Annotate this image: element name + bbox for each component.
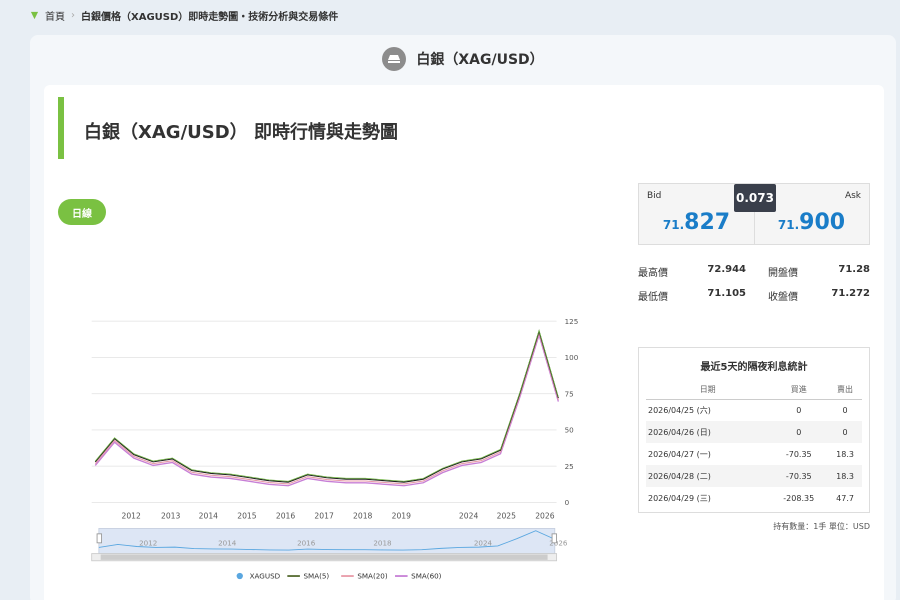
- x-tick-label: 2016: [276, 512, 296, 521]
- table-row: 2026/04/29 (三) -208.35 47.7: [646, 487, 862, 509]
- x-tick-label: 2014: [199, 512, 219, 521]
- title-accent-bar: [58, 97, 64, 159]
- x-tick-label: 2019: [392, 512, 412, 521]
- y-tick-label: 75: [565, 389, 574, 398]
- quote-box: Bid 71.827 Ask 71.900 0.073: [638, 183, 870, 245]
- x-tick-label: 2012: [121, 512, 141, 521]
- instrument-title: 白銀（XAG/USD）: [416, 52, 544, 68]
- y-tick-label: 100: [565, 353, 579, 362]
- home-icon[interactable]: [30, 11, 39, 20]
- swap-title: 最近5天的隔夜利息統計: [700, 362, 808, 373]
- x-tick-label: 2024: [459, 512, 479, 521]
- swap-footnote: 持有數量：1手 單位：USD: [773, 522, 870, 531]
- price-chart[interactable]: 0 25 50 75 100 125 2012 2013 2014 2015 2016 2017 201…: [64, 235, 604, 585]
- close-label: 收盤價: [768, 291, 798, 303]
- breadcrumb-separator: ›: [71, 10, 75, 21]
- sma20-line: [94, 331, 559, 485]
- x-tick-label: 2026: [535, 512, 555, 521]
- price-stats: 最高價 72.944 開盤價 71.28 最低價 71.105 收盤價 71.272: [638, 259, 870, 307]
- legend-label: SMA(5): [303, 572, 329, 581]
- spread-badge: 0.073: [734, 184, 776, 212]
- low-label: 最低價: [638, 291, 668, 303]
- breadcrumb-home[interactable]: 首頁: [45, 8, 65, 23]
- x-tick-label: 2018: [353, 512, 373, 521]
- breadcrumb-current: 白銀價格（XAGUSD）即時走勢圖・技術分析與交易條件: [81, 12, 339, 23]
- swap-date: 2026/04/29 (三): [648, 493, 711, 503]
- swap-buy: -70.35: [769, 465, 829, 487]
- swap-header-sell: 賣出: [828, 381, 862, 400]
- open-value: 71.28: [838, 263, 870, 275]
- navigator-tick-label: 2016: [297, 539, 316, 548]
- navigator-handle-left: [96, 533, 103, 544]
- swap-buy: -208.35: [783, 493, 815, 503]
- swap-date: 2026/04/27 (一): [648, 449, 711, 459]
- navigator-tick-label: 2024: [474, 539, 493, 548]
- swap-sell: 18.3: [836, 449, 854, 459]
- y-tick-label: 50: [565, 426, 575, 435]
- ask-price: 71.900: [754, 210, 869, 235]
- swap-sell: 0: [828, 421, 862, 443]
- y-tick-label: 0: [565, 498, 570, 507]
- legend-label: SMA(60): [411, 572, 442, 581]
- x-tick-label: 2017: [314, 512, 334, 521]
- swap-date: 2026/04/26 (日): [646, 421, 770, 443]
- close-value: 71.272: [831, 287, 870, 299]
- page-title: 白銀（XAG/USD） 即時行情與走勢圖: [84, 122, 398, 143]
- instrument-header: 白銀（XAG/USD）: [30, 35, 896, 83]
- swap-buy: 0: [796, 405, 802, 415]
- table-row: 2026/04/27 (一) -70.35 18.3: [646, 443, 862, 465]
- ask-price-big: 900: [799, 210, 846, 235]
- swap-buy: -70.35: [785, 449, 812, 459]
- main-card: 白銀（XAG/USD） 即時行情與走勢圖 日線 0 25 50 75 100 125 201…: [44, 85, 884, 600]
- bid-price: 71.827: [639, 210, 754, 235]
- bid-label: Bid: [647, 191, 662, 201]
- swap-header-date: 日期: [646, 381, 770, 400]
- swap-buy: 0: [769, 421, 829, 443]
- x-tick-label: 2015: [237, 512, 257, 521]
- content-panel: 白銀（XAG/USD） 白銀（XAG/USD） 即時行情與走勢圖 日線 0 25 5…: [30, 35, 896, 600]
- y-tick-label: 125: [565, 317, 579, 326]
- stats-row-1: 最高價 72.944 開盤價 71.28: [638, 259, 870, 283]
- swap-date: 2026/04/25 (六): [648, 405, 711, 415]
- navigator-tick-label: 2012: [139, 539, 157, 548]
- ask-price-small: 71.: [777, 218, 800, 232]
- legend-label: XAGUSD: [250, 572, 281, 581]
- high-value: 72.944: [707, 263, 746, 275]
- stats-row-2: 最低價 71.105 收盤價 71.272: [638, 283, 870, 307]
- table-row: 2026/04/26 (日) 0 0: [646, 421, 862, 443]
- table-row: 2026/04/25 (六) 0 0: [646, 399, 862, 421]
- swap-table: 日期 買進 賣出 2026/04/25 (六) 0 0 2026/04/26 (日)…: [646, 381, 862, 509]
- legend-marker: [236, 572, 243, 580]
- navigator-tick-label: 2018: [373, 539, 392, 548]
- swap-header-buy: 買進: [769, 381, 829, 400]
- swap-sell: 0: [842, 405, 848, 415]
- navigator-tick-label: 2014: [218, 539, 237, 548]
- chart-svg[interactable]: 0 25 50 75 100 125 2012 2013 2014 2015 2016 2017 201…: [64, 235, 604, 585]
- navigator-scroll-thumb: [100, 554, 548, 560]
- swap-sell: 47.7: [836, 493, 854, 503]
- ask-label: Ask: [844, 191, 861, 201]
- low-value: 71.105: [707, 287, 746, 299]
- high-label: 最高價: [638, 267, 668, 279]
- swap-table-panel: 最近5天的隔夜利息統計 日期 買進 賣出 2026/04/25 (六) 0 0 20…: [638, 347, 870, 513]
- swap-date: 2026/04/28 (二): [646, 465, 770, 487]
- bid-price-small: 71.: [662, 218, 685, 232]
- open-label: 開盤價: [768, 267, 798, 279]
- legend-label: SMA(20): [357, 572, 388, 581]
- x-tick-label: 2025: [497, 512, 517, 521]
- table-row: 2026/04/28 (二) -70.35 18.3: [646, 465, 862, 487]
- period-daily-button[interactable]: 日線: [58, 199, 106, 225]
- silver-bar-icon: [382, 47, 407, 71]
- navigator-handle-right: [551, 533, 558, 544]
- x-tick-label: 2013: [161, 512, 181, 521]
- bid-price-big: 827: [684, 210, 731, 235]
- swap-sell: 18.3: [828, 465, 862, 487]
- breadcrumb: 首頁 › 白銀價格（XAGUSD）即時走勢圖・技術分析與交易條件: [30, 8, 338, 23]
- y-tick-label: 25: [565, 462, 574, 471]
